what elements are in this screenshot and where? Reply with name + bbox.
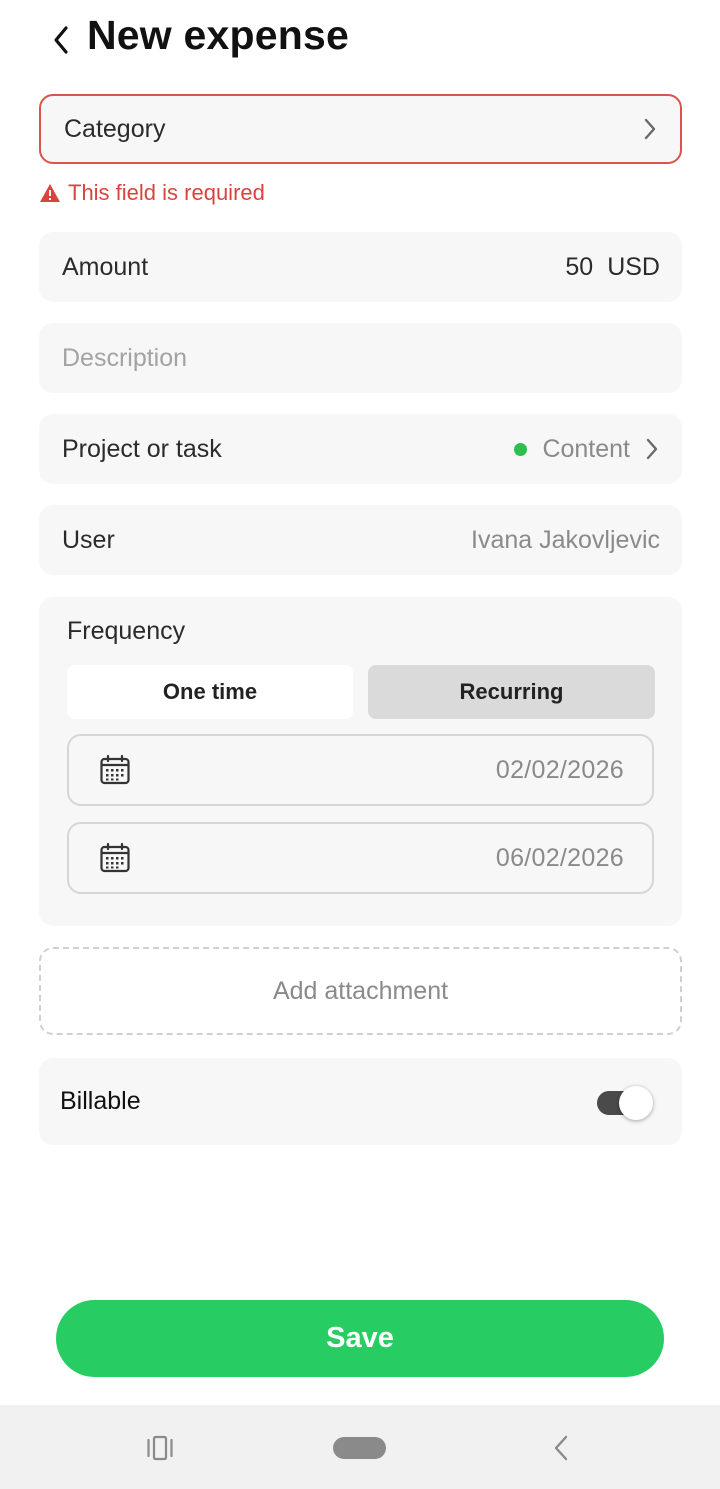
user-value: Ivana Jakovljevic — [471, 525, 660, 554]
billable-label: Billable — [60, 1087, 141, 1115]
header: New expense — [0, 0, 720, 80]
chevron-right-icon — [646, 438, 658, 460]
toggle-thumb — [619, 1085, 653, 1120]
frequency-recurring-tab[interactable]: Recurring — [368, 665, 655, 719]
amount-field[interactable]: Amount 50 USD — [39, 232, 682, 302]
start-date-value: 02/02/2026 — [495, 755, 624, 784]
description-input[interactable]: Description — [39, 323, 682, 393]
end-date-value: 06/02/2026 — [495, 843, 624, 872]
add-attachment-label: Add attachment — [272, 976, 449, 1005]
project-color-dot — [514, 442, 528, 456]
error-text: This field is required — [68, 180, 265, 205]
user-field[interactable]: User Ivana Jakovljevic — [39, 505, 682, 575]
user-label: User — [62, 525, 115, 554]
calendar-icon — [100, 754, 130, 785]
project-field[interactable]: Project or task Content — [39, 414, 682, 484]
recent-apps-icon[interactable] — [146, 1434, 174, 1462]
amount-value: 50 — [565, 252, 594, 281]
start-date-field[interactable]: 02/02/2026 — [67, 734, 654, 806]
category-field[interactable]: Category — [39, 94, 682, 164]
add-attachment-button[interactable]: Add attachment — [39, 947, 682, 1035]
billable-toggle[interactable] — [597, 1085, 655, 1120]
project-value: Content — [542, 434, 630, 463]
system-nav-bar — [0, 1405, 720, 1489]
end-date-field[interactable]: 06/02/2026 — [67, 822, 654, 894]
warning-icon — [40, 184, 60, 202]
description-placeholder: Description — [62, 343, 188, 372]
amount-currency: USD — [607, 252, 660, 281]
page-title: New expense — [87, 12, 349, 58]
back-button[interactable] — [44, 22, 78, 58]
project-label: Project or task — [62, 434, 222, 463]
frequency-card: Frequency One time Recurring 02/02/2026 — [39, 597, 682, 926]
category-error: This field is required — [39, 180, 265, 206]
frequency-one-time-tab[interactable]: One time — [67, 665, 353, 719]
frequency-label: Frequency — [67, 617, 186, 645]
save-button[interactable]: Save — [56, 1300, 664, 1377]
nav-back-icon[interactable] — [551, 1434, 571, 1462]
chevron-right-icon — [644, 118, 656, 140]
back-chevron-icon — [54, 26, 68, 54]
calendar-icon — [100, 842, 130, 873]
amount-label: Amount — [62, 252, 149, 281]
home-pill-icon[interactable] — [333, 1437, 386, 1459]
billable-row: Billable — [39, 1058, 682, 1145]
category-label: Category — [64, 114, 166, 143]
